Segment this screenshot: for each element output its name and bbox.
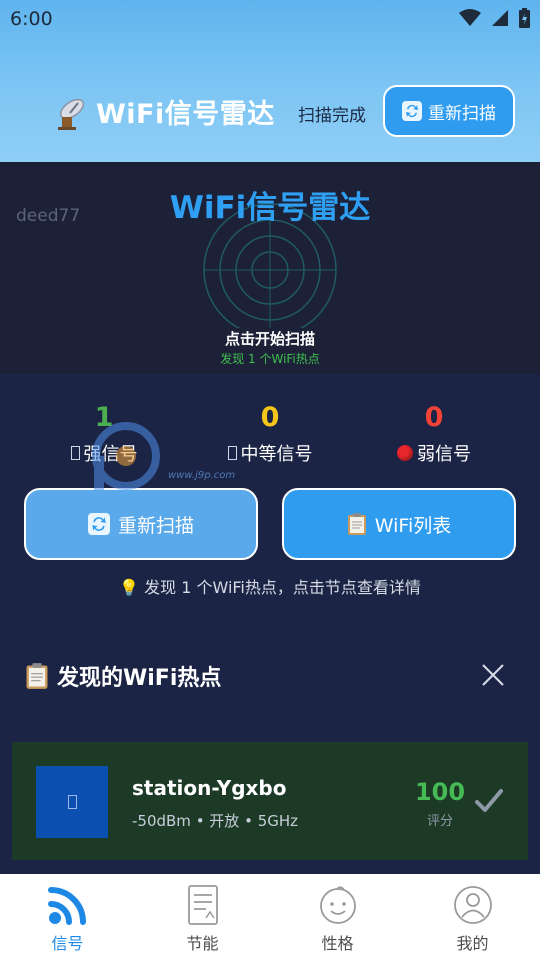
stat-weak-label-row: 弱信号: [344, 440, 524, 466]
strong-signal-icon: [70, 446, 80, 460]
check-icon: [475, 789, 503, 812]
radar-start-hint[interactable]: 点击开始扫描: [0, 328, 540, 349]
weak-signal-icon: [397, 445, 413, 461]
hotspots-section-title: 发现的WiFi热点: [57, 666, 222, 691]
stat-medium-label-row: 中等信号: [180, 440, 360, 466]
wifi-list-label: WiFi列表: [374, 514, 452, 537]
stat-weak: 0 弱信号: [344, 402, 524, 466]
scan-status-text: 扫描完成: [298, 106, 366, 126]
document-icon: [188, 885, 218, 925]
main-content: 1 强信号 0 中等信号 0 弱信号 重新扫描 WiFi列表 💡 发现 1 个W…: [0, 374, 540, 874]
bottom-navigation: 信号 节能 性格 我的: [0, 874, 540, 961]
radar-title: WiFi信号雷达: [169, 190, 371, 226]
face-icon: [320, 886, 356, 924]
status-time: 6:00: [10, 8, 53, 30]
nav-personality[interactable]: 性格: [270, 874, 405, 961]
wifi-score-label: 评分: [426, 814, 453, 829]
nav-signal[interactable]: 信号: [0, 874, 135, 961]
app-header: 6:00 WiFi信号雷达 扫描完成 重新扫描: [0, 0, 540, 162]
nav-energy[interactable]: 节能: [135, 874, 270, 961]
hotspots-section-header: 发现的WiFi热点: [25, 660, 221, 692]
wifi-hotspot-card[interactable]: station-Ygxbo -50dBm • 开放 • 5GHz 100 评分: [12, 742, 528, 860]
watermark-logo-text: www.j9p.com: [168, 470, 236, 481]
wifi-placeholder-icon: [67, 795, 77, 809]
wifi-status-icon: [459, 9, 481, 26]
stat-medium: 0 中等信号: [180, 402, 360, 466]
watermark-logo-icon: [92, 422, 160, 490]
radar-found-count: 发现 1 个WiFi热点: [220, 352, 320, 366]
tip-row: 💡 发现 1 个WiFi热点，点击节点查看详情: [0, 574, 540, 598]
status-icons: [459, 8, 530, 28]
header-rescan-label: 重新扫描: [428, 103, 496, 124]
nav-signal-label: 信号: [51, 934, 84, 953]
profile-icon: [454, 886, 492, 924]
stat-medium-label: 中等信号: [240, 444, 313, 465]
rescan-button[interactable]: 重新扫描: [24, 488, 258, 560]
status-bar: 6:00: [0, 0, 540, 38]
wifi-ssid: station-Ygxbo: [132, 776, 287, 800]
sync-icon: [402, 101, 422, 121]
stat-weak-label: 弱信号: [417, 444, 471, 465]
clipboard-icon: [26, 663, 48, 689]
wifi-details: -50dBm • 开放 • 5GHz: [132, 812, 299, 830]
stat-medium-value: 0: [260, 402, 280, 433]
app-title-group: WiFi信号雷达: [52, 92, 275, 131]
medium-signal-icon: [227, 446, 237, 460]
wifi-list-button[interactable]: WiFi列表: [282, 488, 516, 560]
sync-icon: [87, 513, 110, 535]
radar-panel[interactable]: deed77 WiFi信号雷达 点击开始扫描 发现 1 个WiFi热点: [0, 162, 540, 374]
wifi-signal-icon: [48, 887, 86, 925]
header-rescan-button[interactable]: 重新扫描: [383, 85, 515, 137]
app-title: WiFi信号雷达: [96, 99, 275, 130]
nav-profile[interactable]: 我的: [405, 874, 540, 961]
rescan-label: 重新扫描: [117, 514, 194, 537]
light-bulb-icon: 💡: [119, 578, 140, 597]
nav-personality-label: 性格: [321, 934, 354, 953]
tip-text: 发现 1 个WiFi热点，点击节点查看详情: [144, 578, 421, 597]
nav-profile-label: 我的: [456, 934, 489, 953]
wifi-thumbnail: [36, 766, 108, 838]
battery-icon: [519, 8, 530, 28]
wifi-score: 100: [414, 778, 466, 806]
cell-signal-icon: [492, 10, 508, 26]
clipboard-icon: [347, 513, 366, 535]
satellite-dish-icon: [58, 98, 85, 130]
stat-weak-value: 0: [424, 402, 444, 433]
nav-energy-label: 节能: [186, 934, 219, 953]
close-icon[interactable]: [480, 662, 506, 688]
